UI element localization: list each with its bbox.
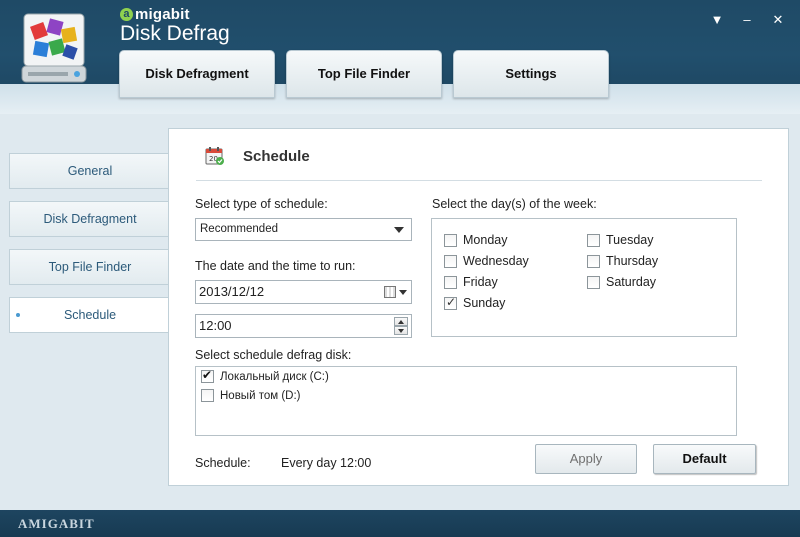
sidebar-item-label: Disk Defragment [43, 212, 137, 226]
chevron-down-icon [394, 227, 404, 233]
day-checkbox-saturday[interactable]: Saturday [587, 275, 656, 289]
sidebar-item-label: Top File Finder [48, 260, 132, 274]
checkbox[interactable] [444, 254, 457, 268]
brand-name: migabit [135, 6, 190, 23]
menu-dropdown-icon[interactable]: ▼ [709, 12, 725, 28]
day-checkbox-friday[interactable]: Friday [444, 275, 498, 289]
close-icon[interactable]: ✕ [770, 12, 786, 28]
checkbox-label: Sunday [463, 296, 506, 310]
datetime-label: The date and the time to run: [195, 259, 356, 273]
time-value: 12:00 [199, 318, 232, 333]
footer-bar: AMIGABIT [0, 510, 800, 537]
checkbox-label: Новый том (D:) [220, 389, 301, 402]
day-checkbox-wednesday[interactable]: Wednesday [444, 254, 529, 268]
section-title: Schedule [243, 148, 310, 165]
checkbox-checked[interactable] [201, 368, 214, 383]
tab-disk-defragment[interactable]: Disk Defragment [119, 50, 275, 98]
day-checkbox-tuesday[interactable]: Tuesday [587, 233, 653, 247]
sidebar-item-label: Schedule [63, 308, 117, 322]
active-indicator-dot [16, 313, 20, 317]
time-increment-button[interactable] [394, 317, 408, 326]
arrow-down-icon [398, 329, 404, 333]
schedule-summary-value: Every day 12:00 [281, 456, 372, 470]
sidebar-item-general[interactable]: General [9, 153, 170, 189]
schedule-type-value: Recommended [200, 223, 278, 235]
checkbox[interactable] [444, 275, 457, 289]
checkbox[interactable] [587, 254, 600, 268]
disk-checkbox-d[interactable]: Новый том (D:) [201, 389, 301, 402]
checkbox-label: Локальный диск (C:) [220, 370, 329, 383]
calendar-icon: 20 [205, 147, 224, 165]
apply-button[interactable]: Apply [535, 444, 637, 474]
chevron-down-icon [399, 290, 407, 295]
days-label: Select the day(s) of the week: [432, 197, 597, 211]
checkbox[interactable] [201, 389, 214, 402]
checkbox-label: Friday [463, 275, 498, 289]
footer-logo: AMIGABIT [18, 516, 95, 531]
default-button[interactable]: Default [653, 444, 756, 474]
checkbox[interactable] [444, 233, 457, 247]
brand-logo: a migabit [120, 6, 190, 23]
disk-label: Select schedule defrag disk: [195, 348, 352, 362]
sidebar-item-top-file-finder[interactable]: Top File Finder [9, 249, 170, 285]
checkbox-checked[interactable] [444, 295, 457, 310]
schedule-type-label: Select type of schedule: [195, 197, 328, 211]
schedule-summary-label: Schedule: [195, 456, 251, 470]
schedule-type-select[interactable]: Recommended [195, 218, 412, 241]
checkbox-label: Wednesday [463, 254, 529, 268]
date-picker[interactable]: 2013/12/12 [195, 280, 412, 304]
section-divider [196, 180, 762, 181]
sidebar-item-schedule[interactable]: Schedule [9, 297, 170, 333]
time-decrement-button[interactable] [394, 326, 408, 335]
brand-initial: a [120, 8, 133, 21]
day-checkbox-sunday[interactable]: Sunday [444, 295, 506, 310]
day-checkbox-monday[interactable]: Monday [444, 233, 507, 247]
checkbox[interactable] [587, 233, 600, 247]
day-checkbox-thursday[interactable]: Thursday [587, 254, 658, 268]
arrow-up-icon [398, 320, 404, 324]
checkbox-label: Saturday [606, 275, 657, 289]
time-input[interactable]: 12:00 [195, 314, 412, 338]
disk-defrag-logo-icon [21, 13, 87, 83]
disk-checkbox-c[interactable]: Локальный диск (C:) [201, 368, 329, 383]
checkbox-label: Tuesday [606, 233, 654, 247]
sidebar-item-label: General [67, 164, 113, 178]
date-value: 2013/12/12 [199, 284, 265, 299]
checkbox-label: Thursday [606, 254, 659, 268]
tab-settings[interactable]: Settings [453, 50, 609, 98]
sidebar-item-disk-defragment[interactable]: Disk Defragment [9, 201, 170, 237]
app-title: Disk Defrag [120, 22, 230, 45]
checkbox-label: Monday [463, 233, 508, 247]
minimize-icon[interactable]: – [739, 12, 755, 28]
calendar-small-icon [384, 286, 396, 298]
checkbox[interactable] [587, 275, 600, 289]
tab-top-file-finder[interactable]: Top File Finder [286, 50, 442, 98]
